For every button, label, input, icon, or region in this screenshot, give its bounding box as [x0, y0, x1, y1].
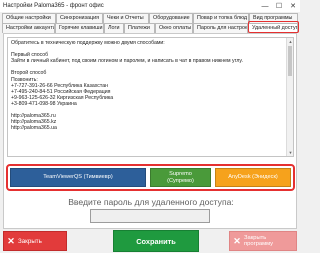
tabs-row-2: Настройки аккаунта Горячие клавиши Логи …	[2, 23, 298, 33]
password-label: Введите пароль для удаленного доступа:	[68, 197, 234, 207]
exit-program-label: Закрыть программу	[244, 234, 274, 248]
close-button[interactable]: ✕ Закрыть	[3, 231, 67, 251]
teamviewer-button[interactable]: TeamViewerQS (Тимвиевр)	[10, 168, 146, 187]
scroll-up-arrow-icon[interactable]: ▲	[287, 38, 293, 45]
scrollbar-thumb[interactable]	[288, 46, 292, 76]
tab-receipts-reports[interactable]: Чеки и Отчеты	[103, 13, 149, 23]
tab-general-settings[interactable]: Общие настройки	[2, 13, 56, 23]
title-bar: Настройки Paloma365 - фронт офис — ☐ ✕	[0, 0, 300, 12]
close-window-icon[interactable]: ✕	[286, 0, 300, 12]
exit-close-icon: ✕	[233, 235, 241, 246]
tab-account-settings[interactable]: Настройки аккаунта	[2, 23, 55, 33]
tab-settings-password[interactable]: Пароль для настроек	[193, 23, 248, 33]
close-icon: ✕	[7, 235, 15, 246]
exit-program-button[interactable]: ✕ Закрыть программу	[229, 231, 297, 251]
anydesk-button[interactable]: AnyDesk (Энидеск)	[215, 168, 291, 187]
tab-payment-window[interactable]: Окно оплаты	[155, 23, 193, 33]
tab-payments[interactable]: Платежи	[124, 23, 155, 33]
window-title: Настройки Paloma365 - фронт офис	[3, 3, 104, 9]
maximize-icon[interactable]: ☐	[272, 0, 286, 12]
tab-cook-dishes[interactable]: Повар и топка блюд	[193, 13, 249, 23]
info-scrollbar[interactable]: ▲ ▼	[286, 38, 293, 156]
support-info-text: Обратитесь в техническую поддержку можно…	[11, 40, 243, 132]
tab-remote-access[interactable]: Удаленный доступ	[248, 23, 298, 33]
close-button-label: Закрыть	[18, 237, 42, 245]
minimize-icon[interactable]: —	[258, 0, 272, 12]
tabs-row-1: Общие настройки Синхронизация Чеки и Отч…	[2, 13, 298, 23]
remote-password-input[interactable]	[90, 209, 210, 223]
scroll-down-arrow-icon[interactable]: ▼	[287, 149, 293, 156]
remote-access-panel: Обратитесь в техническую поддержку можно…	[3, 33, 297, 252]
tab-program-view[interactable]: Вид программы	[249, 13, 298, 23]
settings-window: Настройки Paloma365 - фронт офис — ☐ ✕ О…	[0, 0, 300, 253]
tab-sync[interactable]: Синхронизация	[56, 13, 103, 23]
support-info-box[interactable]: Обратитесь в техническую поддержку можно…	[7, 37, 294, 157]
tab-logs[interactable]: Логи	[104, 23, 124, 33]
bottom-bar: ✕ Закрыть ✕ Закрыть программу	[0, 229, 300, 253]
supremo-button[interactable]: Supremo (Супремо)	[150, 168, 211, 187]
tab-equipment[interactable]: Оборудование	[149, 13, 193, 23]
tab-hotkeys[interactable]: Горячие клавиши	[55, 23, 104, 33]
remote-tools-group: TeamViewerQS (Тимвиевр) Supremo (Супремо…	[6, 164, 295, 191]
